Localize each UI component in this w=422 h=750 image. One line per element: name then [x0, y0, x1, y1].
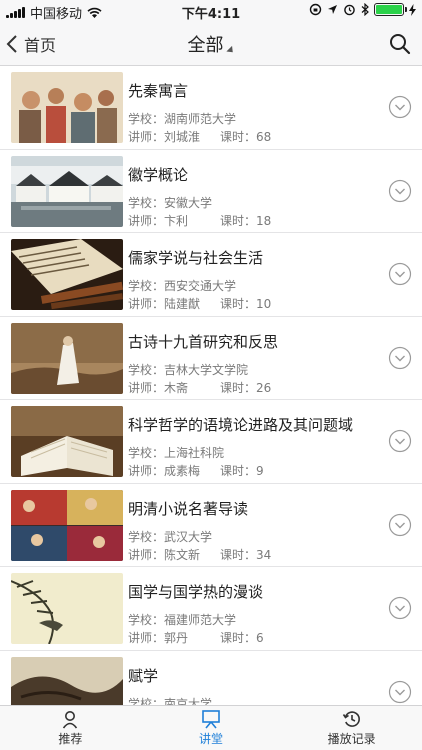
course-teacher: 讲师：成素梅	[128, 464, 201, 478]
course-row[interactable]: 国学与国学热的漫谈 学校：福建师范大学 讲师：郭丹 课时：6	[0, 567, 422, 651]
course-school: 学校：安徽大学	[128, 195, 213, 210]
tab-label: 讲堂	[199, 732, 224, 746]
course-thumbnail	[11, 155, 123, 227]
course-hours: 课时：68	[220, 130, 272, 144]
course-thumbnail	[11, 656, 123, 705]
course-row[interactable]: 儒家学说与社会生活 学校：西安交通大学 讲师：陆建猷 课时：10	[0, 233, 422, 317]
course-teacher: 讲师：陆建猷	[128, 297, 201, 311]
course-row[interactable]: 先秦寓言 学校：湖南师范大学 讲师：刘城淮 课时：68	[0, 66, 422, 150]
course-hours: 课时：34	[220, 547, 272, 562]
expand-chevron-icon[interactable]	[388, 596, 412, 620]
course-school: 学校：福建师范大学	[128, 613, 237, 627]
tab-history[interactable]: 播放记录	[281, 706, 422, 750]
course-thumbnail	[11, 322, 123, 394]
expand-chevron-icon[interactable]	[388, 179, 412, 203]
course-school: 学校：武汉大学	[128, 529, 213, 544]
course-row[interactable]: 明清小说名著导读 学校：武汉大学 讲师：陈文新 课时：34	[0, 483, 422, 567]
tab-lecture-hall[interactable]: 讲堂	[141, 706, 282, 750]
course-row[interactable]: 赋学 学校：南京大学	[0, 650, 422, 706]
course-row[interactable]: 古诗十九首研究和反思 学校：吉林大学文学院 讲师：木斋 课时：26	[0, 316, 422, 400]
course-hours: 课时：10	[220, 297, 272, 311]
expand-chevron-icon[interactable]	[388, 513, 412, 537]
course-school: 学校：吉林大学文学院	[128, 362, 249, 377]
expand-chevron-icon[interactable]	[388, 262, 412, 286]
tab-bar: 推荐 讲堂 播放记录	[0, 705, 422, 750]
course-title: 赋学	[128, 666, 159, 685]
course-thumbnail	[11, 573, 123, 644]
course-thumbnail	[11, 72, 123, 143]
course-school: 学校：南京大学	[128, 696, 213, 706]
course-school: 学校：湖南师范大学	[128, 112, 237, 126]
bluetooth-icon	[361, 3, 369, 16]
course-thumbnail	[11, 489, 123, 561]
expand-chevron-icon[interactable]	[388, 346, 412, 370]
course-title: 先秦寓言	[128, 82, 189, 100]
course-teacher: 讲师：陈文新	[128, 547, 201, 562]
search-icon[interactable]	[388, 32, 412, 56]
status-right	[309, 3, 416, 16]
course-hours: 课时：9	[220, 464, 264, 478]
charging-icon	[409, 3, 416, 16]
course-title: 古诗十九首研究和反思	[128, 332, 279, 351]
course-row[interactable]: 徽学概论 学校：安徽大学 讲师：卞利 课时：18	[0, 149, 422, 233]
alarm-icon	[344, 4, 355, 16]
expand-chevron-icon[interactable]	[388, 680, 412, 704]
course-school: 学校：上海社科院	[128, 446, 225, 460]
tab-label: 播放记录	[327, 732, 376, 746]
history-icon	[342, 711, 360, 727]
status-bar: 中国移动 下午4:11	[0, 0, 422, 22]
course-school: 学校：西安交通大学	[128, 279, 237, 293]
tab-label: 推荐	[58, 732, 83, 746]
location-icon	[328, 5, 337, 14]
lecture-hall-icon	[202, 710, 220, 729]
course-teacher: 讲师：卞利	[128, 213, 189, 228]
course-title: 明清小说名著导读	[128, 499, 249, 518]
course-thumbnail	[11, 239, 123, 310]
course-hours: 课时：18	[220, 213, 272, 228]
dropdown-caret-icon	[225, 45, 236, 56]
course-teacher: 讲师：木斋	[128, 380, 189, 395]
navigation-bar: 首页 全部	[0, 22, 422, 66]
course-thumbnail	[11, 406, 123, 477]
expand-chevron-icon[interactable]	[388, 429, 412, 453]
page-title: 全部	[187, 35, 224, 56]
course-hours: 课时：6	[220, 631, 264, 645]
course-title: 科学哲学的语境论进路及其问题域	[128, 416, 354, 434]
tab-recommend[interactable]: 推荐	[0, 706, 141, 750]
course-teacher: 讲师：郭丹	[128, 631, 189, 645]
course-row[interactable]: 科学哲学的语境论进路及其问题域 学校：上海社科院 讲师：成素梅 课时：9	[0, 400, 422, 484]
course-list[interactable]: 先秦寓言 学校：湖南师范大学 讲师：刘城淮 课时：68 徽学概论 学校：安徽大学…	[0, 66, 422, 705]
course-title: 儒家学说与社会生活	[128, 249, 264, 267]
course-title: 徽学概论	[128, 165, 189, 184]
battery-icon	[374, 3, 407, 16]
rotation-lock-icon	[309, 3, 322, 16]
course-title: 国学与国学热的漫谈	[128, 583, 264, 601]
course-hours: 课时：26	[220, 380, 272, 395]
course-teacher: 讲师：刘城淮	[128, 130, 201, 144]
expand-chevron-icon[interactable]	[388, 95, 412, 119]
user-icon	[63, 711, 78, 729]
category-filter[interactable]: 全部	[0, 31, 422, 57]
